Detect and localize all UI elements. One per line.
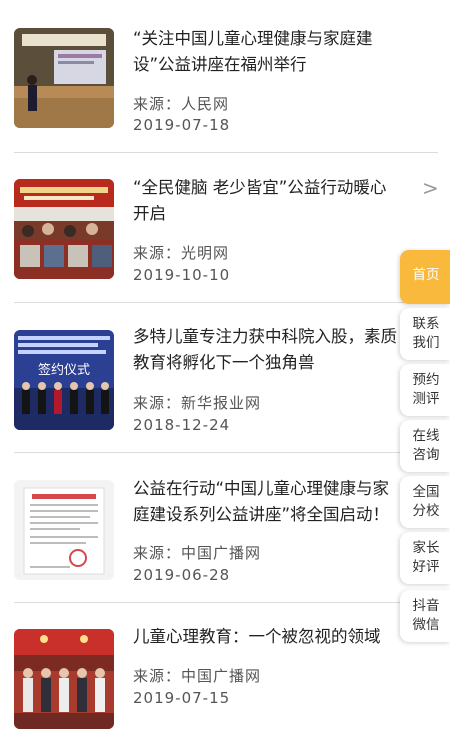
- news-source: 来源：新华报业网: [133, 394, 262, 412]
- thumb-caption: 签约仪式: [38, 362, 90, 378]
- news-thumbnail[interactable]: [14, 28, 114, 128]
- news-item[interactable]: 儿童心理教育：一个被忽视的领域 来源：中国广播网 2019-07-15: [0, 600, 410, 743]
- side-nav-home[interactable]: 首页: [400, 250, 450, 304]
- news-source: 来源：中国广播网: [133, 667, 262, 685]
- news-date: 2018-12-24: [133, 416, 231, 434]
- news-date: 2019-07-18: [133, 116, 231, 134]
- news-item[interactable]: 公益在行动“中国儿童心理健康与家庭建设系列公益讲座”将全国启动！ 来源：中国广播…: [0, 450, 410, 600]
- news-title[interactable]: 儿童心理教育：一个被忽视的领域: [133, 624, 398, 650]
- news-title[interactable]: 多特儿童专注力获中科院入股，素质教育将孵化下一个独角兽: [133, 324, 398, 376]
- news-item[interactable]: “关注中国儿童心理健康与家庭建设”公益讲座在福州举行 来源：人民网 2019-0…: [0, 0, 410, 150]
- chevron-right-icon[interactable]: >: [422, 176, 439, 200]
- news-title[interactable]: 公益在行动“中国儿童心理健康与家庭建设系列公益讲座”将全国启动！: [133, 476, 398, 528]
- news-source: 来源：中国广播网: [133, 544, 262, 562]
- news-date: 2019-07-15: [133, 689, 231, 707]
- side-nav-social[interactable]: 抖音微信: [400, 590, 450, 642]
- news-source: 来源：光明网: [133, 244, 230, 262]
- news-title[interactable]: “关注中国儿童心理健康与家庭建设”公益讲座在福州举行: [133, 26, 398, 78]
- news-date: 2019-10-10: [133, 266, 231, 284]
- news-source: 来源：人民网: [133, 95, 230, 113]
- news-item[interactable]: 签约仪式 多特儿童专注力获中科院入股，素质教育将孵化下一个独角兽 来源：新华报业…: [0, 300, 410, 450]
- side-nav-online-consult[interactable]: 在线咨询: [400, 420, 450, 472]
- news-thumbnail[interactable]: 签约仪式: [14, 330, 114, 430]
- news-date: 2019-06-28: [133, 566, 231, 584]
- news-thumbnail[interactable]: [14, 179, 114, 279]
- news-item[interactable]: “全民健脑 老少皆宜”公益行动暖心开启 来源：光明网 2019-10-10: [0, 150, 410, 300]
- side-nav-appointment[interactable]: 预约测评: [400, 364, 450, 416]
- side-nav-branches[interactable]: 全国分校: [400, 476, 450, 528]
- news-title[interactable]: “全民健脑 老少皆宜”公益行动暖心开启: [133, 175, 398, 227]
- side-nav-reviews[interactable]: 家长好评: [400, 532, 450, 584]
- news-thumbnail[interactable]: [14, 629, 114, 729]
- side-nav-contact[interactable]: 联系我们: [400, 308, 450, 360]
- news-thumbnail[interactable]: [14, 480, 114, 580]
